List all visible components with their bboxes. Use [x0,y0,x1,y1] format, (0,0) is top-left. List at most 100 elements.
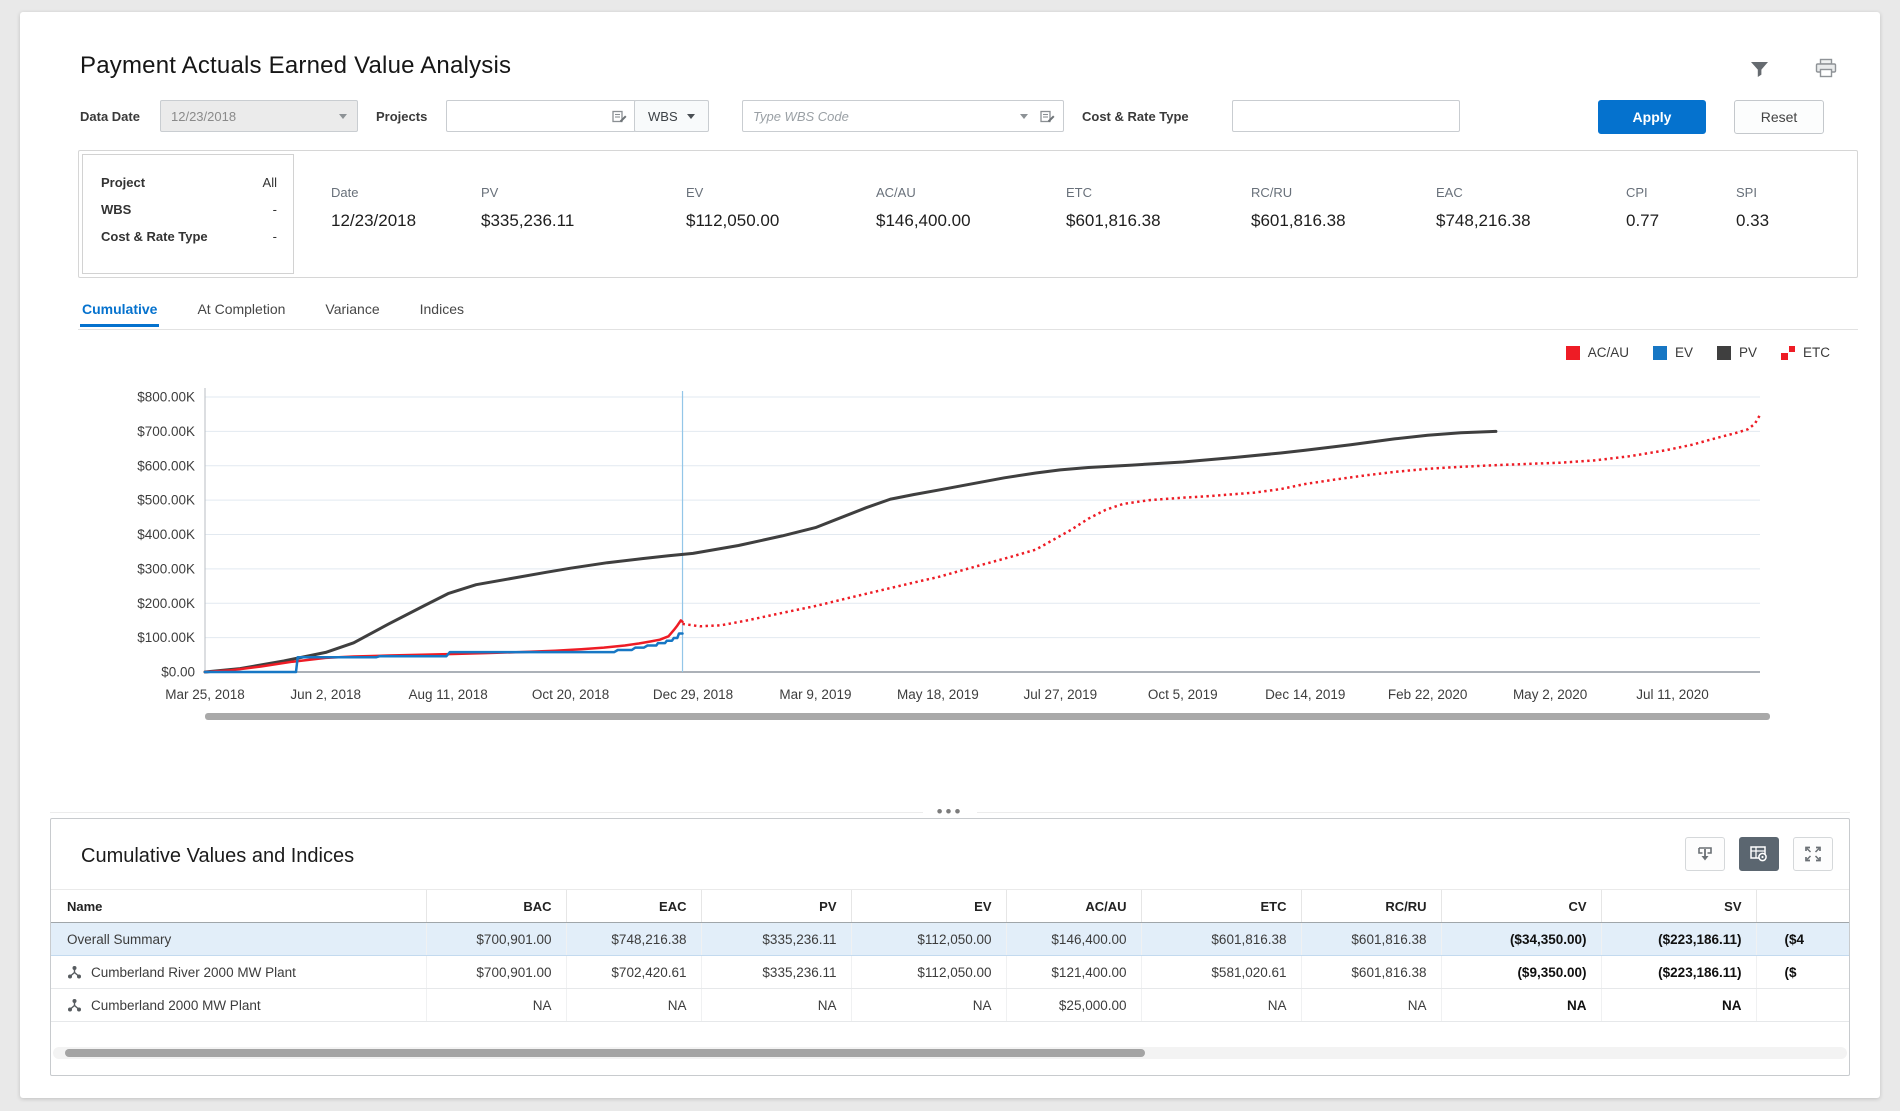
cell-sv: NA [1601,989,1756,1022]
col-sv[interactable]: SV [1601,890,1756,923]
cell-acau: $121,400.00 [1006,956,1141,989]
table-row-overall-summary[interactable]: Overall Summary $700,901.00 $748,216.38 … [51,923,1849,956]
row-name: Overall Summary [51,923,426,956]
chevron-down-icon[interactable] [1020,114,1028,119]
col-eac[interactable]: EAC [566,890,701,923]
legend-item-pv[interactable]: PV [1717,345,1757,360]
metric-eac: EAC$748,216.38 [1436,185,1626,231]
x-tick-label: Jun 2, 2018 [290,687,361,702]
col-bac[interactable]: BAC [426,890,566,923]
col-acau[interactable]: AC/AU [1006,890,1141,923]
metric-acau: AC/AU$146,400.00 [876,185,1066,231]
x-tick-label: Jul 27, 2019 [1024,687,1098,702]
filter-icon [1749,59,1770,79]
row-name-label: Cumberland River 2000 MW Plant [91,965,296,980]
table-row-cumberland-2000-mw-plant[interactable]: Cumberland 2000 MW Plant NA NA NA NA $25… [51,989,1849,1022]
x-tick-label: Jul 11, 2020 [1636,687,1709,702]
chart-time-scrollbar[interactable] [205,713,1770,720]
tab-variance[interactable]: Variance [323,295,381,327]
scope-label: Cost & Rate Type [101,229,208,244]
legend-item-etc[interactable]: ETC [1781,345,1830,360]
legend-item-acau[interactable]: AC/AU [1566,345,1629,360]
filter-button[interactable] [1749,59,1770,79]
y-tick-label: $400.00K [137,527,195,542]
chevron-down-icon [339,114,347,119]
cell-ev: $112,050.00 [851,923,1006,956]
cell-clipped: ($4 [1756,923,1849,956]
wbs-code-input[interactable] [751,108,1020,125]
projects-input[interactable] [455,108,612,125]
col-cv[interactable]: CV [1441,890,1601,923]
metric-value: 0.77 [1626,211,1736,231]
legend-swatch-dotted [1781,346,1795,360]
table-header-row: Name BAC EAC PV EV AC/AU ETC RC/RU CV SV [51,890,1849,923]
project-node-icon [67,965,82,980]
tab-at-completion[interactable]: At Completion [195,295,287,327]
metric-cpi: CPI 0.77 [1626,185,1736,231]
earned-value-chart[interactable]: $0.00$100.00K$200.00K$300.00K$400.00K$50… [60,374,1800,726]
cell-ev: $112,050.00 [851,956,1006,989]
cell-rcru: $601,816.38 [1301,923,1441,956]
col-pv[interactable]: PV [701,890,851,923]
cumulative-values-table: Name BAC EAC PV EV AC/AU ETC RC/RU CV SV… [51,889,1849,1022]
cost-rate-type-input[interactable] [1241,108,1451,125]
col-name[interactable]: Name [51,890,426,923]
tab-indices[interactable]: Indices [418,295,466,327]
metric-label: EAC [1436,185,1626,200]
wbs-dropdown-button[interactable]: WBS [634,100,709,132]
row-name: Cumberland 2000 MW Plant [51,989,426,1022]
col-clipped[interactable] [1756,890,1849,923]
metric-label: ETC [1066,185,1251,200]
horizontal-scrollbar-thumb[interactable] [65,1049,1145,1057]
tabs-bar: Cumulative At Completion Variance Indice… [78,295,1858,330]
legend-swatch-dark [1717,346,1731,360]
grid-panel: Cumulative Values and Indices [50,818,1850,1076]
projects-label: Projects [376,109,427,124]
reset-button[interactable]: Reset [1734,100,1824,134]
print-button[interactable] [1814,58,1838,79]
collapse-panel-button[interactable] [1685,837,1725,871]
metric-value: $601,816.38 [1066,211,1251,231]
list-picker-icon[interactable] [1040,109,1055,124]
maximize-button[interactable] [1793,837,1833,871]
list-picker-icon[interactable] [612,109,627,124]
table-row-cumberland-river-2000-mw-plant[interactable]: Cumberland River 2000 MW Plant $700,901.… [51,956,1849,989]
metric-value: $112,050.00 [686,211,876,231]
cell-clipped [1756,989,1849,1022]
header-toolbar [1749,58,1838,79]
col-ev[interactable]: EV [851,890,1006,923]
metric-label: CPI [1626,185,1736,200]
row-name-label: Cumberland 2000 MW Plant [91,998,261,1013]
legend-item-ev[interactable]: EV [1653,345,1693,360]
col-rcru[interactable]: RC/RU [1301,890,1441,923]
horizontal-scrollbar-track[interactable] [53,1047,1847,1059]
cell-bac: $700,901.00 [426,956,566,989]
series-ev [205,634,683,673]
cell-eac: $702,420.61 [566,956,701,989]
cell-etc: $601,816.38 [1141,923,1301,956]
metric-value: $146,400.00 [876,211,1066,231]
grid-settings-button[interactable] [1739,837,1779,871]
cell-cv: ($9,350.00) [1441,956,1601,989]
data-date-select[interactable]: 12/23/2018 [160,100,358,132]
metric-label: Date [331,185,481,200]
col-etc[interactable]: ETC [1141,890,1301,923]
cell-acau: $146,400.00 [1006,923,1141,956]
summary-panel: Project All WBS - Cost & Rate Type - Dat… [78,150,1858,278]
apply-button[interactable]: Apply [1598,100,1706,134]
series-ac-au [205,620,683,672]
cell-pv: $335,236.11 [701,956,851,989]
x-tick-label: Aug 11, 2018 [408,687,487,702]
y-tick-label: $700.00K [137,424,195,439]
x-tick-label: Oct 20, 2018 [532,687,609,702]
filter-row: Data Date 12/23/2018 Projects WBS [20,100,1880,140]
tab-cumulative[interactable]: Cumulative [80,295,159,327]
x-tick-label: Feb 22, 2020 [1388,687,1468,702]
page-title: Payment Actuals Earned Value Analysis [80,52,511,80]
cost-rate-type-label: Cost & Rate Type [1082,109,1189,124]
metric-date: Date12/23/2018 [331,185,481,231]
cost-rate-type-field [1232,100,1460,132]
chart-legend: AC/AU EV PV ETC [1566,345,1830,360]
metric-ev: EV$112,050.00 [686,185,876,231]
cell-etc: NA [1141,989,1301,1022]
